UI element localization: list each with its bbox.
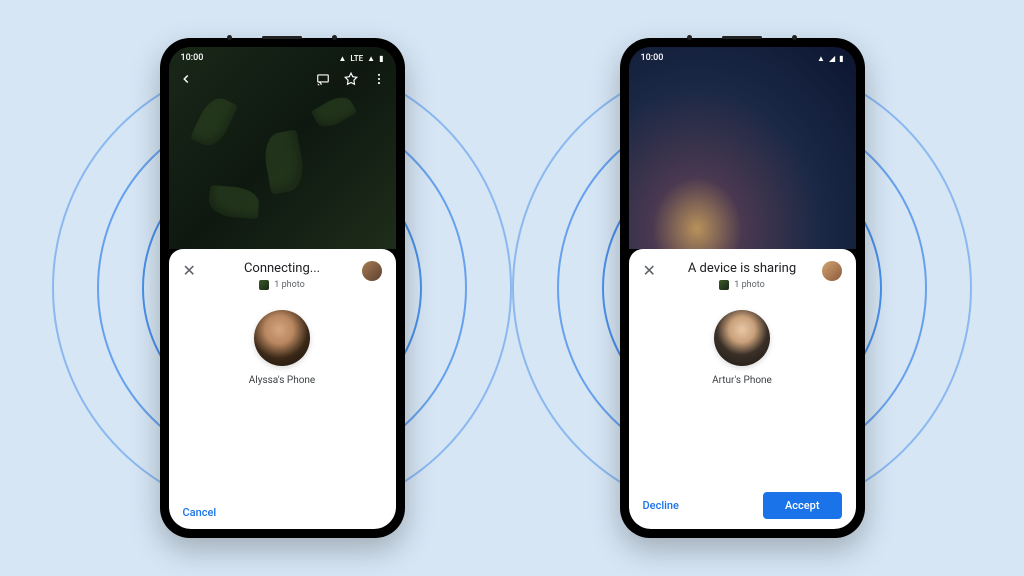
photo-thumbnail-icon	[259, 280, 269, 290]
account-avatar[interactable]	[822, 261, 842, 281]
status-bar: 10:00 ▲ ◢ ▮	[629, 47, 856, 69]
star-icon[interactable]	[344, 71, 358, 90]
source-avatar	[714, 310, 770, 366]
wifi-icon: ▲	[367, 54, 375, 63]
wifi-icon: ▲	[817, 54, 825, 63]
source-name: Artur's Phone	[712, 375, 772, 386]
more-icon[interactable]	[372, 71, 386, 90]
photo-thumbnail-icon	[719, 280, 729, 290]
network-label: LTE	[350, 54, 363, 63]
cast-icon[interactable]	[316, 71, 330, 90]
share-count: 1 photo	[734, 280, 764, 290]
share-count: 1 photo	[274, 280, 304, 290]
photo-toolbar	[169, 71, 396, 90]
signal-icon: ◢	[829, 54, 835, 63]
home-wallpaper	[629, 47, 856, 249]
close-icon[interactable]: ✕	[643, 263, 656, 279]
receive-sheet: ✕ A device is sharing 1 photo Artur's Ph…	[629, 249, 856, 529]
status-bar: 10:00 ▲ LTE ▲ ▮	[169, 47, 396, 69]
accept-button[interactable]: Accept	[763, 492, 842, 519]
share-summary: 1 photo	[183, 280, 382, 290]
account-avatar[interactable]	[362, 261, 382, 281]
source-device[interactable]: Artur's Phone	[643, 310, 842, 486]
receiver-phone: 10:00 ▲ ◢ ▮ ✕ A device is sharing 1 phot…	[620, 38, 865, 538]
sender-phone: 10:00 ▲ LTE ▲ ▮	[160, 38, 405, 538]
close-icon[interactable]: ✕	[183, 263, 196, 279]
sender-phone-zone: 10:00 ▲ LTE ▲ ▮	[152, 33, 412, 543]
share-sheet: ✕ Connecting... 1 photo Alyssa's Phone C…	[169, 249, 396, 529]
battery-icon: ▮	[839, 54, 843, 63]
share-summary: 1 photo	[643, 280, 842, 290]
target-name: Alyssa's Phone	[249, 375, 315, 386]
back-icon[interactable]	[179, 71, 193, 90]
cancel-button[interactable]: Cancel	[183, 506, 217, 519]
sheet-title: A device is sharing	[688, 261, 796, 276]
status-time: 10:00	[181, 53, 204, 63]
status-time: 10:00	[641, 53, 664, 63]
target-device[interactable]: Alyssa's Phone	[183, 310, 382, 500]
receiver-phone-zone: 10:00 ▲ ◢ ▮ ✕ A device is sharing 1 phot…	[612, 33, 872, 543]
decline-button[interactable]: Decline	[643, 499, 679, 512]
sheet-title: Connecting...	[244, 261, 320, 276]
battery-icon: ▮	[379, 54, 383, 63]
target-avatar	[254, 310, 310, 366]
signal-icon: ▲	[339, 54, 347, 63]
